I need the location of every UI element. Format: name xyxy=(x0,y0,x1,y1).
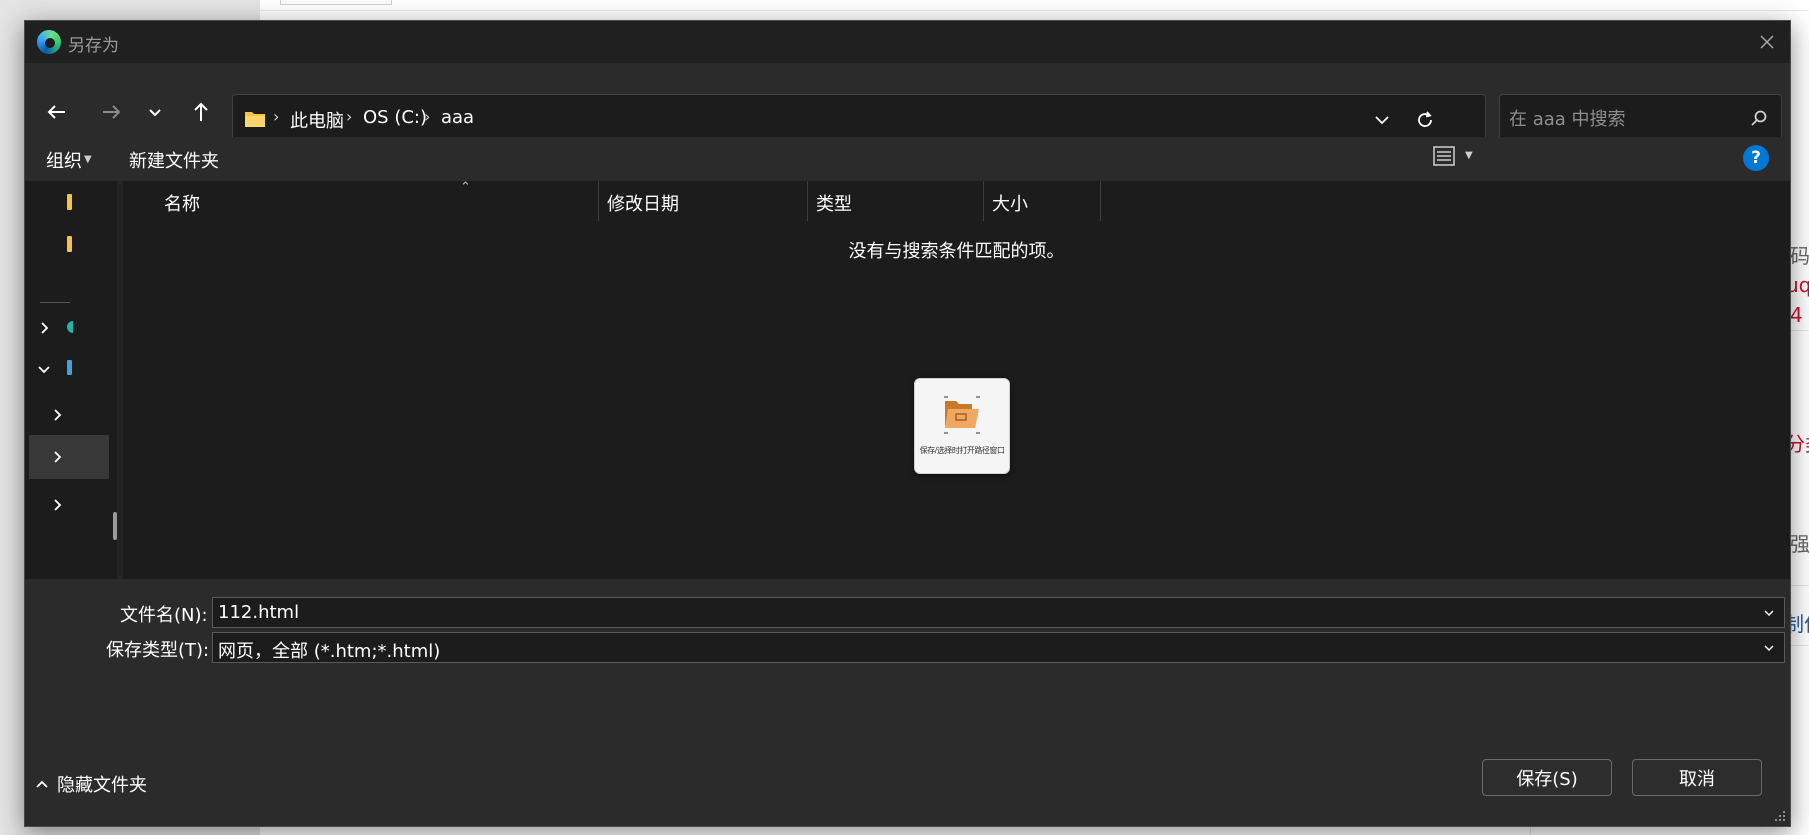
filename-field[interactable]: 112.html xyxy=(212,597,1785,628)
nav-separator xyxy=(40,302,70,303)
organize-menu[interactable]: 组织 xyxy=(46,147,82,173)
chevron-up-icon xyxy=(36,780,48,788)
hide-folders-toggle[interactable]: 隐藏文件夹 xyxy=(35,769,147,799)
details-view-icon xyxy=(1433,146,1455,166)
window-title: 另存为 xyxy=(68,36,119,56)
caret-down-icon: ▼ xyxy=(1465,150,1473,161)
filename-value[interactable]: 112.html xyxy=(218,602,299,623)
filename-dropdown[interactable] xyxy=(1762,606,1776,620)
resize-grip-icon[interactable] xyxy=(1774,810,1786,822)
filetype-select[interactable]: 网页，全部 (*.htm;*.html) xyxy=(212,632,1785,663)
column-header-row: ⌃ 名称 修改日期 类型 大小 xyxy=(123,180,1790,225)
save-button[interactable]: 保存(S) xyxy=(1482,759,1612,796)
view-options-button[interactable]: ▼ xyxy=(1425,137,1483,175)
content-area: ⌃ 名称 修改日期 类型 大小 没有与搜索条件匹配的项。 保存/选择时打开路径窗… xyxy=(25,180,1790,579)
chevron-down-icon xyxy=(38,366,50,374)
chevron-down-icon xyxy=(1764,645,1774,652)
sort-ascending-icon: ⌃ xyxy=(460,180,471,195)
filename-label: 文件名(N): xyxy=(120,605,208,626)
nav-tree-item[interactable] xyxy=(29,393,109,437)
nav-tree-item[interactable] xyxy=(29,483,109,527)
column-divider[interactable] xyxy=(983,181,984,221)
title-bar: 另存为 xyxy=(25,21,1790,63)
column-header-type[interactable]: 类型 xyxy=(816,190,852,216)
close-icon xyxy=(1760,35,1774,49)
chevron-down-icon xyxy=(1764,610,1774,617)
chevron-right-icon xyxy=(54,409,62,421)
path-window-caption: 保存/选择时打开路径窗口 xyxy=(919,446,1005,455)
close-button[interactable] xyxy=(1744,21,1790,63)
this-pc-icon xyxy=(67,360,72,375)
column-header-name[interactable]: 名称 xyxy=(164,190,200,216)
caret-down-icon: ▼ xyxy=(84,154,92,165)
chevron-right-icon xyxy=(54,451,62,463)
new-folder-button[interactable]: 新建文件夹 xyxy=(129,147,219,173)
filetype-label: 保存类型(T): xyxy=(106,640,210,661)
quick-access-folder-icon[interactable] xyxy=(67,194,72,210)
column-divider[interactable] xyxy=(598,181,599,221)
column-header-size[interactable]: 大小 xyxy=(992,190,1028,216)
background-text: 码 xyxy=(1790,244,1809,268)
column-header-date-modified[interactable]: 修改日期 xyxy=(607,190,679,216)
filetype-dropdown[interactable] xyxy=(1762,641,1776,655)
hide-folders-label: 隐藏文件夹 xyxy=(57,775,147,796)
empty-folder-message: 没有与搜索条件匹配的项。 xyxy=(848,241,1065,262)
nav-tree-item[interactable] xyxy=(29,306,109,350)
path-window-widget[interactable]: 保存/选择时打开路径窗口 xyxy=(914,378,1010,474)
column-divider[interactable] xyxy=(807,181,808,221)
nav-tree-item-this-pc[interactable] xyxy=(29,347,109,391)
chevron-right-icon xyxy=(41,322,49,334)
filetype-value: 网页，全部 (*.htm;*.html) xyxy=(218,641,441,662)
edge-browser-icon xyxy=(37,30,61,54)
help-button[interactable]: ? xyxy=(1743,145,1769,171)
folder-open-icon xyxy=(944,396,980,434)
save-options-panel: 文件名(N): 112.html 保存类型(T): 网页，全部 (*.htm;*… xyxy=(25,579,1790,826)
chevron-right-icon xyxy=(54,499,62,511)
save-as-dialog: 另存为 › 此电脑 › OS (C:) › aaa 在 aaa 中搜索 组织 ▼… xyxy=(24,20,1791,827)
onedrive-icon xyxy=(67,321,73,333)
background-text: 强 xyxy=(1790,532,1809,556)
column-divider[interactable] xyxy=(1100,181,1101,221)
command-bar: 组织 ▼ 新建文件夹 ▼ ? xyxy=(25,137,1790,181)
background-tab-strip xyxy=(280,0,392,5)
nav-tree-item-selected[interactable] xyxy=(29,435,109,479)
background-text: 4 xyxy=(1790,303,1803,327)
background-divider xyxy=(260,10,1809,11)
cancel-button[interactable]: 取消 xyxy=(1632,759,1762,796)
